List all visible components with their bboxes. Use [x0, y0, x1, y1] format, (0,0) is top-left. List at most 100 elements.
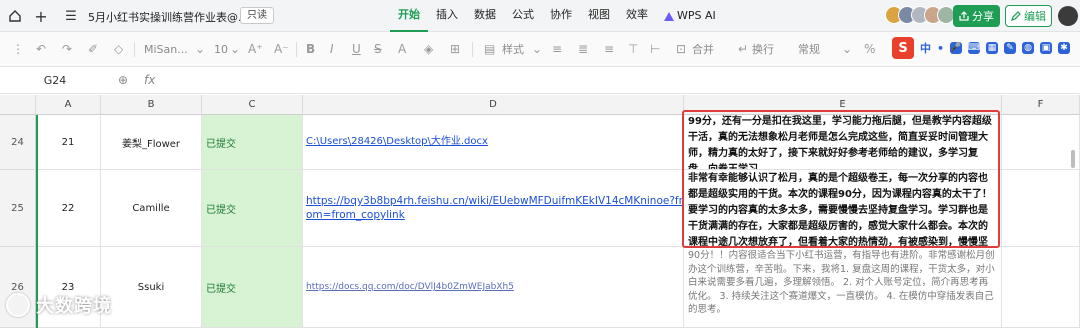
column-header-f[interactable]: F — [1002, 95, 1080, 115]
cell-f25[interactable] — [1002, 170, 1080, 247]
font-color-icon[interactable]: A — [398, 40, 406, 58]
column-header-d[interactable]: D — [303, 95, 684, 115]
cell-c26-status[interactable]: 已提交 — [202, 247, 303, 328]
menu-efficiency[interactable]: 效率 — [618, 0, 656, 32]
ime-voice-icon[interactable]: 🎤 — [950, 42, 963, 54]
chevron-down-icon[interactable]: ⌄ — [230, 40, 240, 58]
home-icon[interactable] — [4, 5, 26, 27]
font-name-select[interactable]: MiSan... — [144, 40, 188, 58]
italic-icon[interactable]: I — [330, 40, 334, 58]
column-header-c[interactable]: C — [202, 95, 303, 115]
cell-a24[interactable]: 21 — [36, 115, 101, 170]
merge-cells-button[interactable]: 合并 — [692, 40, 714, 58]
feedback-text: 99分，还有一分是扣在我这里，学习能力拖后腿，但是教学内容超级干活，真的无法想象… — [688, 116, 992, 170]
separator — [134, 42, 135, 57]
wps-ai-label: WPS AI — [677, 9, 716, 22]
align-top-icon[interactable]: ⊤ — [628, 40, 638, 58]
ime-toolbox-icon[interactable]: ▦ — [986, 42, 999, 54]
share-button[interactable]: 分享 — [953, 5, 1000, 27]
cell-d26[interactable]: https://docs.qq.com/doc/DVlJ4b0ZmWEJabXh… — [303, 247, 684, 328]
select-all-corner[interactable] — [0, 95, 36, 115]
ime-skin-icon[interactable]: ✎ — [1004, 42, 1017, 54]
cell-c25-status[interactable]: 已提交 — [202, 170, 303, 247]
chevron-down-icon[interactable]: ⌄ — [532, 40, 542, 58]
cell-c24-status[interactable]: 已提交 — [202, 115, 303, 170]
cell-d24[interactable]: C:\Users\28426\Desktop\大作业.docx — [303, 115, 684, 170]
cell-e26[interactable]: 90分！！内容很适合当下小红书运营，有指导也有进阶。非常感谢松月创办这个训练营，… — [684, 247, 1002, 328]
undo-icon[interactable]: ↶ — [36, 40, 46, 58]
feedback-text: 90分！！内容很适合当下小红书运营，有指导也有进阶。非常感谢松月创办这个训练营，… — [688, 250, 995, 315]
align-right-icon[interactable]: ≡ — [604, 40, 614, 58]
vertical-scrollbar[interactable] — [1071, 150, 1075, 168]
cell-b26[interactable]: Ssuki — [101, 247, 202, 328]
menu-formula[interactable]: 公式 — [504, 0, 542, 32]
redo-icon[interactable]: ↷ — [62, 40, 72, 58]
align-middle-icon[interactable]: ⊢ — [650, 40, 660, 58]
cell-e25[interactable]: 非常有幸能够认识了松月，真的是个超级卷王，每一次分享的内容也都是超级实用的干货。… — [684, 170, 1002, 247]
menu-insert[interactable]: 插入 — [428, 0, 466, 32]
file-link[interactable]: C:\Users\28426\Desktop\大作业.docx — [306, 135, 488, 149]
ime-game-icon[interactable]: ◍ — [1022, 42, 1035, 54]
edit-label: 编辑 — [1024, 10, 1046, 23]
cell-reference-box[interactable]: G24 — [0, 68, 110, 94]
chevron-down-icon[interactable]: ⌄ — [842, 40, 852, 58]
align-center-icon[interactable]: ≣ — [578, 40, 588, 58]
cell-style-icon[interactable]: ▤ — [484, 40, 495, 58]
merge-icon[interactable]: ⊡ — [676, 40, 686, 58]
tencent-docs-link[interactable]: https://docs.qq.com/doc/DVlJ4b0ZmWEJabXh… — [306, 280, 514, 294]
row-header-25[interactable]: 25 — [0, 170, 36, 247]
underline-icon[interactable]: U — [352, 40, 361, 58]
pencil-icon — [1011, 11, 1021, 21]
cell-d25[interactable]: https://bqy3b8bp4rh.feishu.cn/wiki/EUebw… — [303, 170, 684, 247]
wrap-icon[interactable]: ↵ — [738, 40, 748, 58]
menu-view[interactable]: 视图 — [580, 0, 618, 32]
number-format-select[interactable]: 常规 — [798, 40, 820, 58]
ime-chinese-mode[interactable]: 中 — [920, 40, 931, 56]
sogou-logo-icon[interactable]: S — [892, 37, 914, 59]
wrap-text-button[interactable]: 换行 — [752, 40, 774, 58]
share-label: 分享 — [972, 10, 994, 23]
decrease-font-icon[interactable]: A⁻ — [274, 40, 289, 58]
bold-icon[interactable]: B — [306, 40, 315, 58]
cell-a25[interactable]: 22 — [36, 170, 101, 247]
cell-style-select[interactable]: 样式 — [502, 40, 524, 58]
collaborator-avatars[interactable] — [885, 6, 955, 24]
column-header-b[interactable]: B — [101, 95, 202, 115]
edit-button[interactable]: 编辑 — [1005, 5, 1052, 27]
ime-toolbar: S 中 • 🎤 ⌨ ▦ ✎ ◍ ▣ ✱ — [888, 34, 1080, 62]
clear-format-icon[interactable]: ◇ — [114, 40, 123, 58]
ime-settings-icon[interactable]: ✱ — [1058, 42, 1071, 54]
font-size-select[interactable]: 10 — [214, 40, 228, 58]
cell-f26[interactable] — [1002, 247, 1080, 328]
menu-collab[interactable]: 协作 — [542, 0, 580, 32]
ime-punctuation-icon[interactable]: • — [937, 42, 944, 55]
border-icon[interactable]: ⊞ — [450, 40, 460, 58]
fill-color-icon[interactable]: ◈ — [424, 40, 433, 58]
column-header-a[interactable]: A — [36, 95, 101, 115]
cell-e24[interactable]: 99分，还有一分是扣在我这里，学习能力拖后腿，但是教学内容超级干活，真的无法想象… — [684, 112, 1002, 170]
ime-grid-icon[interactable]: ▣ — [1040, 42, 1053, 54]
menu-data[interactable]: 数据 — [466, 0, 504, 32]
document-title: 5月小红书实操训练营作业表@... — [88, 11, 249, 24]
menu-wps-ai[interactable]: WPS AI — [656, 0, 724, 32]
more-icon[interactable]: ⋮ — [12, 40, 24, 58]
increase-font-icon[interactable]: A⁺ — [248, 40, 263, 58]
feishu-link[interactable]: https://bqy3b8bp4rh.feishu.cn/wiki/EUebw… — [306, 194, 683, 222]
align-left-icon[interactable]: ≡ — [552, 40, 562, 58]
fx-icon[interactable]: fx — [144, 73, 155, 87]
strikethrough-icon[interactable]: S — [374, 40, 382, 58]
watermark-text: 大数跨境 — [36, 296, 112, 317]
new-tab-icon[interactable]: + — [30, 5, 52, 27]
menu-home[interactable]: 开始 — [390, 0, 428, 32]
percent-icon[interactable]: % — [864, 40, 875, 58]
row-header-24[interactable]: 24 — [0, 115, 36, 170]
hamburger-menu-icon[interactable]: ☰ — [60, 5, 82, 27]
format-painter-icon[interactable]: ✐ — [88, 40, 98, 58]
cell-b24[interactable]: 姜梨_Flower — [101, 115, 202, 170]
zoom-search-icon[interactable]: ⊕ — [118, 73, 128, 87]
cell-f24[interactable] — [1002, 115, 1080, 170]
ime-keyboard-icon[interactable]: ⌨ — [968, 42, 981, 54]
chevron-down-icon[interactable]: ⌄ — [195, 40, 205, 58]
cell-b25[interactable]: Camille — [101, 170, 202, 247]
user-avatar[interactable] — [1058, 6, 1078, 26]
